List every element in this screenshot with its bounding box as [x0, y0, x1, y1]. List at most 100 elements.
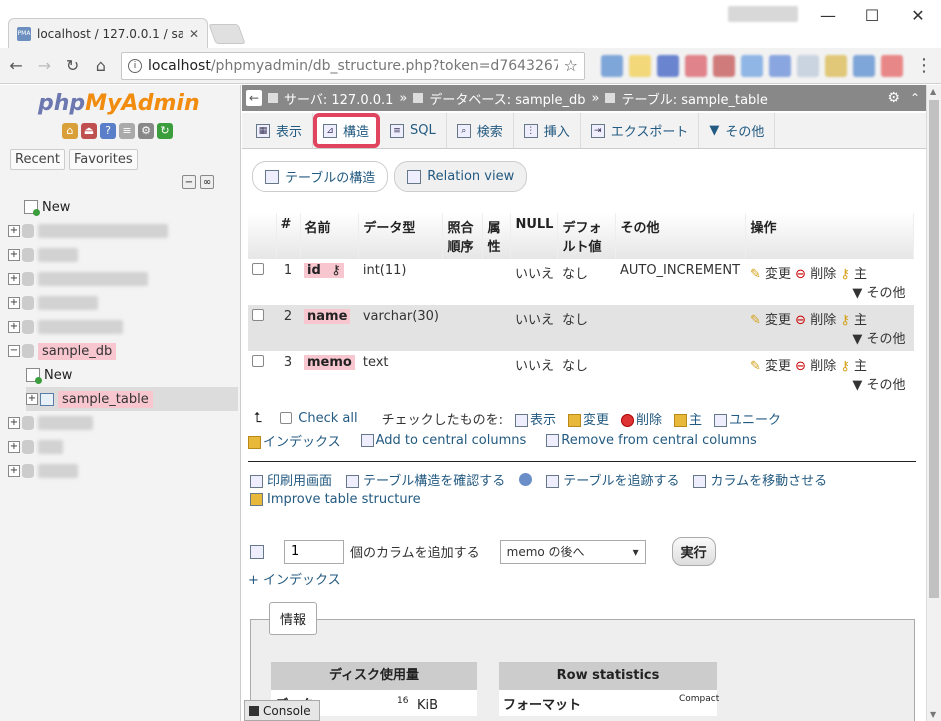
primary-link[interactable]: ⚷ 主	[840, 359, 867, 374]
bulk-drop-button[interactable]: 削除	[621, 409, 662, 428]
home-icon[interactable]: ⌂	[62, 123, 78, 139]
reload-icon[interactable]: ↻	[65, 56, 81, 75]
col-header-name[interactable]: 名前	[300, 213, 360, 259]
col-header-null[interactable]: NULL	[510, 213, 559, 259]
move-columns-link[interactable]: カラムを移動させる	[693, 470, 827, 489]
extension-icon[interactable]	[769, 54, 791, 77]
minimize-icon[interactable]: —	[818, 6, 838, 25]
tab-search[interactable]: ⌕ 検索	[447, 113, 514, 148]
tab-sql[interactable]: ≡ SQL	[380, 113, 447, 148]
more-dropdown[interactable]: ▼ その他	[852, 378, 905, 393]
col-header-extra[interactable]: その他	[615, 213, 747, 259]
collapse-all-icon[interactable]: −	[182, 175, 196, 189]
bulk-primary-button[interactable]: 主	[674, 409, 702, 428]
bookmark-star-icon[interactable]: ☆	[564, 56, 578, 75]
back-arrow-icon[interactable]: ←	[8, 56, 24, 75]
add-index-link[interactable]: + インデックス	[248, 569, 341, 588]
tree-new-table[interactable]: New	[26, 363, 238, 387]
main-scrollbar[interactable]: ▲ ▼	[926, 85, 941, 721]
extension-icon[interactable]	[713, 54, 735, 77]
collapse-top-icon[interactable]: ⌃	[910, 91, 920, 105]
expand-icon[interactable]: +	[8, 465, 20, 477]
col-header-collation[interactable]: 照合順序	[442, 213, 484, 259]
remove-central-columns-button[interactable]: Remove from central columns	[546, 433, 757, 448]
go-button[interactable]: 実行	[671, 537, 716, 566]
expand-icon[interactable]: +	[8, 417, 20, 429]
row-checkbox[interactable]	[252, 355, 264, 367]
link-with-main-icon[interactable]: ∞	[200, 175, 214, 189]
close-window-icon[interactable]: ✕	[908, 6, 928, 25]
more-dropdown[interactable]: ▼ その他	[852, 332, 905, 347]
expand-icon[interactable]: +	[8, 321, 20, 333]
change-link[interactable]: ✎ 変更	[750, 313, 791, 328]
col-header-type[interactable]: データ型	[358, 213, 444, 259]
tree-db-item[interactable]: +	[8, 291, 238, 315]
tree-db-item[interactable]: +	[8, 315, 238, 339]
extension-icon[interactable]	[853, 54, 875, 77]
breadcrumb-server[interactable]: サーバ: 127.0.0.1	[284, 89, 393, 108]
table-row[interactable]: 1 id ⚷ int(11) いいえ なし AUTO_INCREMENT ✎ 変更 ⊖ 削除…	[248, 259, 914, 305]
row-checkbox[interactable]	[252, 263, 264, 275]
docs-icon[interactable]: ≡	[119, 123, 135, 139]
expand-icon[interactable]: +	[26, 393, 38, 405]
forward-arrow-icon[interactable]: →	[36, 56, 52, 75]
primary-link[interactable]: ⚷ 主	[840, 313, 867, 328]
tab-more[interactable]: ▼ その他	[699, 113, 776, 148]
check-all-checkbox[interactable]	[280, 412, 293, 424]
favorites-tab[interactable]: Favorites	[68, 149, 138, 170]
expand-icon[interactable]: +	[8, 225, 20, 237]
bulk-change-button[interactable]: 変更	[567, 409, 609, 428]
site-info-icon[interactable]: i	[128, 58, 142, 73]
expand-icon[interactable]: +	[8, 441, 20, 453]
tree-db-item[interactable]: +	[8, 435, 238, 459]
tree-db-item[interactable]: +	[8, 411, 238, 435]
tree-db-sample-db[interactable]: − sample_db	[8, 339, 238, 363]
scroll-up-icon[interactable]: ▲	[930, 87, 936, 96]
tab-export[interactable]: ⇥ エクスポート	[581, 113, 700, 148]
column-position-select[interactable]: memo の後へ ▾	[499, 539, 646, 564]
tab-structure[interactable]: ⊿ 構造	[313, 113, 381, 148]
table-row[interactable]: 2 name varchar(30) いいえ なし ✎ 変更 ⊖ 削除 ⚷ 主 ▼ その他	[248, 305, 914, 351]
new-tab-button[interactable]	[208, 24, 246, 44]
phpmyadmin-logo[interactable]: phpMyAdmin	[38, 91, 200, 116]
change-link[interactable]: ✎ 変更	[750, 359, 791, 374]
drop-link[interactable]: ⊖ 削除	[795, 313, 836, 328]
drop-link[interactable]: ⊖ 削除	[795, 267, 836, 282]
column-count-input[interactable]	[284, 539, 344, 564]
tab-insert[interactable]: ⋮ 挿入	[514, 113, 581, 148]
tab-browse[interactable]: ▦ 表示	[246, 113, 314, 148]
breadcrumb-table[interactable]: テーブル: sample_table	[621, 89, 767, 108]
page-settings-gear-icon[interactable]: ⚙	[887, 90, 900, 106]
col-header-attributes[interactable]: 属性	[482, 213, 512, 259]
browser-menu-icon[interactable]: ⋮	[915, 55, 933, 76]
extension-icon[interactable]	[825, 54, 847, 77]
settings-gear-icon[interactable]: ⚙	[138, 123, 154, 139]
tree-db-item[interactable]: +	[8, 267, 238, 291]
tree-table-sample-table[interactable]: + sample_table	[26, 387, 238, 411]
bulk-browse-button[interactable]: 表示	[514, 409, 556, 428]
tree-db-item[interactable]: +	[8, 459, 238, 483]
col-header-default[interactable]: デフォルト値	[557, 213, 617, 259]
expand-icon[interactable]: +	[8, 297, 20, 309]
propose-structure-link[interactable]: テーブル構造を確認する	[346, 470, 505, 489]
bulk-index-button[interactable]: インデックス	[248, 431, 341, 450]
table-row[interactable]: 3 memo text いいえ なし ✎ 変更 ⊖ 削除 ⚷ 主 ▼ その他	[248, 351, 914, 397]
subtab-relation-view[interactable]: Relation view	[394, 161, 528, 192]
extension-icon[interactable]	[741, 54, 763, 77]
tree-db-item[interactable]: +	[8, 219, 238, 243]
reload-nav-icon[interactable]: ↻	[157, 123, 173, 139]
more-dropdown[interactable]: ▼ その他	[852, 286, 905, 301]
breadcrumb-database[interactable]: データベース: sample_db	[429, 89, 585, 108]
extension-icon[interactable]	[797, 54, 819, 77]
extension-icon[interactable]	[629, 54, 651, 77]
print-view-link[interactable]: 印刷用画面	[250, 470, 332, 489]
collapse-nav-arrow-icon[interactable]: ←	[246, 90, 262, 106]
expand-icon[interactable]: +	[8, 249, 20, 261]
scroll-down-icon[interactable]: ▼	[930, 710, 936, 719]
change-link[interactable]: ✎ 変更	[750, 267, 791, 282]
scroll-thumb[interactable]	[929, 100, 939, 598]
help-icon[interactable]: ?	[100, 123, 116, 139]
browser-tab[interactable]: PMA localhost / 127.0.0.1 / sa ✕	[8, 18, 208, 48]
console-button[interactable]: Console	[244, 700, 320, 721]
extension-icon[interactable]	[685, 54, 707, 77]
